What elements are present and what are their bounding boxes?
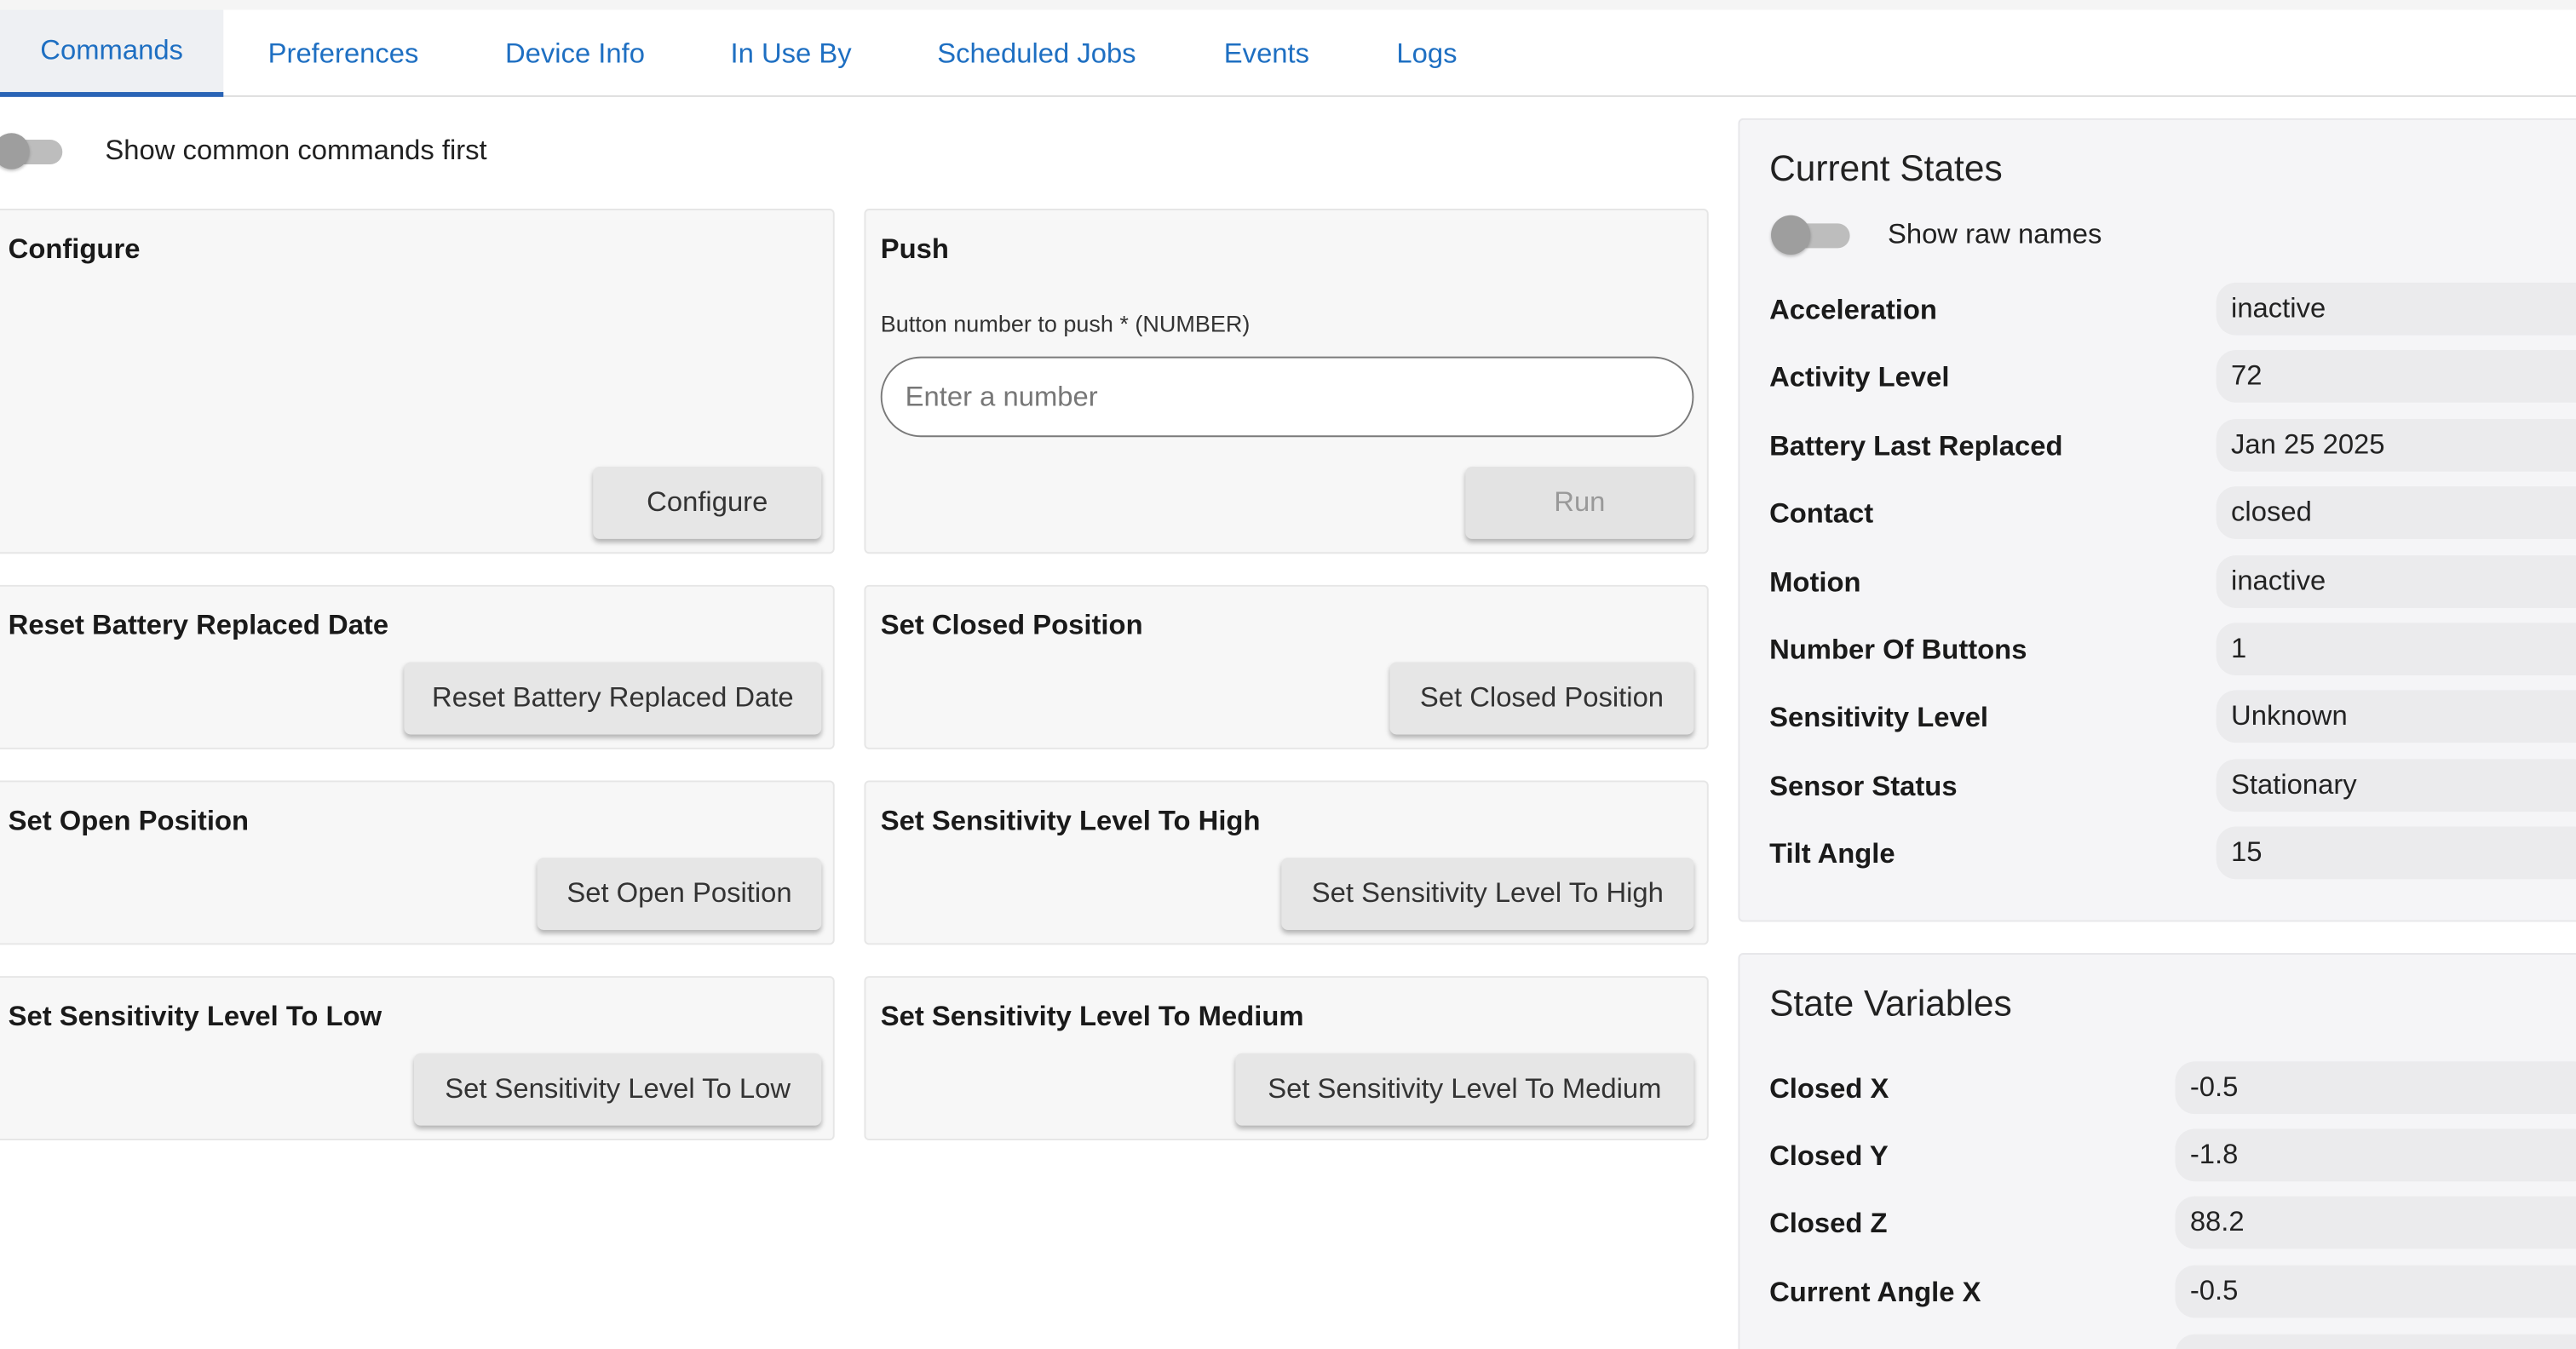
run-button[interactable]: Run <box>1465 466 1694 539</box>
set-closed-button[interactable]: Set Closed Position <box>1389 662 1694 735</box>
state-variables-panel: State Variables Closed X -0.5 Closed Y -… <box>1738 953 2576 1349</box>
current-states-title: Current States <box>1769 147 2003 189</box>
configure-title: Configure <box>8 232 141 265</box>
sens-low-title: Set Sensitivity Level To Low <box>8 1001 382 1032</box>
var-label-closed-x: Closed X <box>1769 1072 1889 1105</box>
tab-scheduled-jobs[interactable]: Scheduled Jobs <box>895 10 1178 97</box>
set-closed-card: Set Closed Position Set Closed Position <box>864 584 1709 749</box>
state-label-battery-last-replaced: Battery Last Replaced <box>1769 430 2063 462</box>
reset-battery-card: Reset Battery Replaced Date Reset Batter… <box>0 584 835 749</box>
sens-high-card: Set Sensitivity Level To High Set Sensit… <box>864 780 1709 945</box>
var-value-closed-x: -0.5 <box>2175 1061 2576 1115</box>
state-label-number-of-buttons: Number Of Buttons <box>1769 634 2027 666</box>
button-number-input[interactable] <box>880 356 1694 438</box>
state-label-activity-level: Activity Level <box>1769 361 1950 393</box>
state-value-battery-last-replaced: Jan 25 2025 <box>2216 418 2576 472</box>
var-value-closed-y: -1.8 <box>2175 1128 2576 1182</box>
state-label-tilt-angle: Tilt Angle <box>1769 837 1895 870</box>
common-commands-label: Show common commands first <box>105 135 487 166</box>
state-label-acceleration: Acceleration <box>1769 294 1937 326</box>
state-label-motion: Motion <box>1769 566 1861 599</box>
state-variables-title: State Variables <box>1769 982 2012 1025</box>
set-open-button[interactable]: Set Open Position <box>537 858 822 931</box>
raw-names-toggle[interactable] <box>1768 207 1850 263</box>
current-states-panel: Current States Show raw names Accelerati… <box>1738 118 2576 922</box>
toggle-knob <box>1771 215 1811 255</box>
device-page: Commands Preferences Device Info In Use … <box>0 0 2576 1349</box>
var-value-closed-z: 88.2 <box>2175 1196 2576 1249</box>
sens-medium-card: Set Sensitivity Level To Medium Set Sens… <box>864 976 1709 1141</box>
tab-bar: Commands Preferences Device Info In Use … <box>0 9 2576 97</box>
tab-in-use-by[interactable]: In Use By <box>687 10 895 97</box>
configure-card: Configure Configure <box>0 209 835 554</box>
var-value-current-angle-x: -0.5 <box>2175 1265 2576 1318</box>
state-value-sensor-status: Stationary <box>2216 759 2576 812</box>
tab-events[interactable]: Events <box>1178 10 1355 97</box>
state-value-number-of-buttons: 1 <box>2216 623 2576 675</box>
var-value-partial <box>2175 1334 2576 1349</box>
state-label-sensor-status: Sensor Status <box>1769 770 1958 802</box>
tab-device-info[interactable]: Device Info <box>463 10 687 97</box>
state-value-activity-level: 72 <box>2216 349 2576 403</box>
state-label-contact: Contact <box>1769 497 1874 530</box>
push-title: Push <box>880 232 949 265</box>
configure-button[interactable]: Configure <box>593 466 822 539</box>
top-strip <box>0 0 2576 10</box>
set-open-title: Set Open Position <box>8 805 250 837</box>
state-value-sensitivity-level: Unknown <box>2216 690 2576 743</box>
tab-logs[interactable]: Logs <box>1355 10 1498 97</box>
sens-low-card: Set Sensitivity Level To Low Set Sensiti… <box>0 976 835 1141</box>
set-open-card: Set Open Position Set Open Position <box>0 780 835 945</box>
var-label-closed-z: Closed Z <box>1769 1208 1888 1239</box>
common-commands-toggle[interactable] <box>0 123 69 180</box>
reset-battery-title: Reset Battery Replaced Date <box>8 609 389 641</box>
state-value-contact: closed <box>2216 486 2576 539</box>
sens-medium-button[interactable]: Set Sensitivity Level To Medium <box>1235 1053 1694 1126</box>
reset-battery-button[interactable]: Reset Battery Replaced Date <box>404 662 822 735</box>
sens-medium-title: Set Sensitivity Level To Medium <box>880 1001 1304 1032</box>
var-label-current-angle-x: Current Angle X <box>1769 1277 1981 1308</box>
state-value-acceleration: inactive <box>2216 282 2576 336</box>
sens-low-button[interactable]: Set Sensitivity Level To Low <box>414 1053 822 1126</box>
tab-preferences[interactable]: Preferences <box>223 10 463 97</box>
sens-high-title: Set Sensitivity Level To High <box>880 805 1261 837</box>
button-number-label: Button number to push * (NUMBER) <box>880 310 1251 337</box>
state-value-motion: inactive <box>2216 555 2576 608</box>
tab-commands[interactable]: Commands <box>0 9 224 97</box>
set-closed-title: Set Closed Position <box>880 609 1143 641</box>
state-value-tilt-angle: 15 <box>2216 826 2576 880</box>
sens-high-button[interactable]: Set Sensitivity Level To High <box>1281 858 1694 931</box>
raw-names-label: Show raw names <box>1887 218 2102 250</box>
state-label-sensitivity-level: Sensitivity Level <box>1769 701 1989 733</box>
push-card: Push Button number to push * (NUMBER) Ru… <box>864 209 1709 554</box>
var-label-closed-y: Closed Y <box>1769 1140 1889 1172</box>
